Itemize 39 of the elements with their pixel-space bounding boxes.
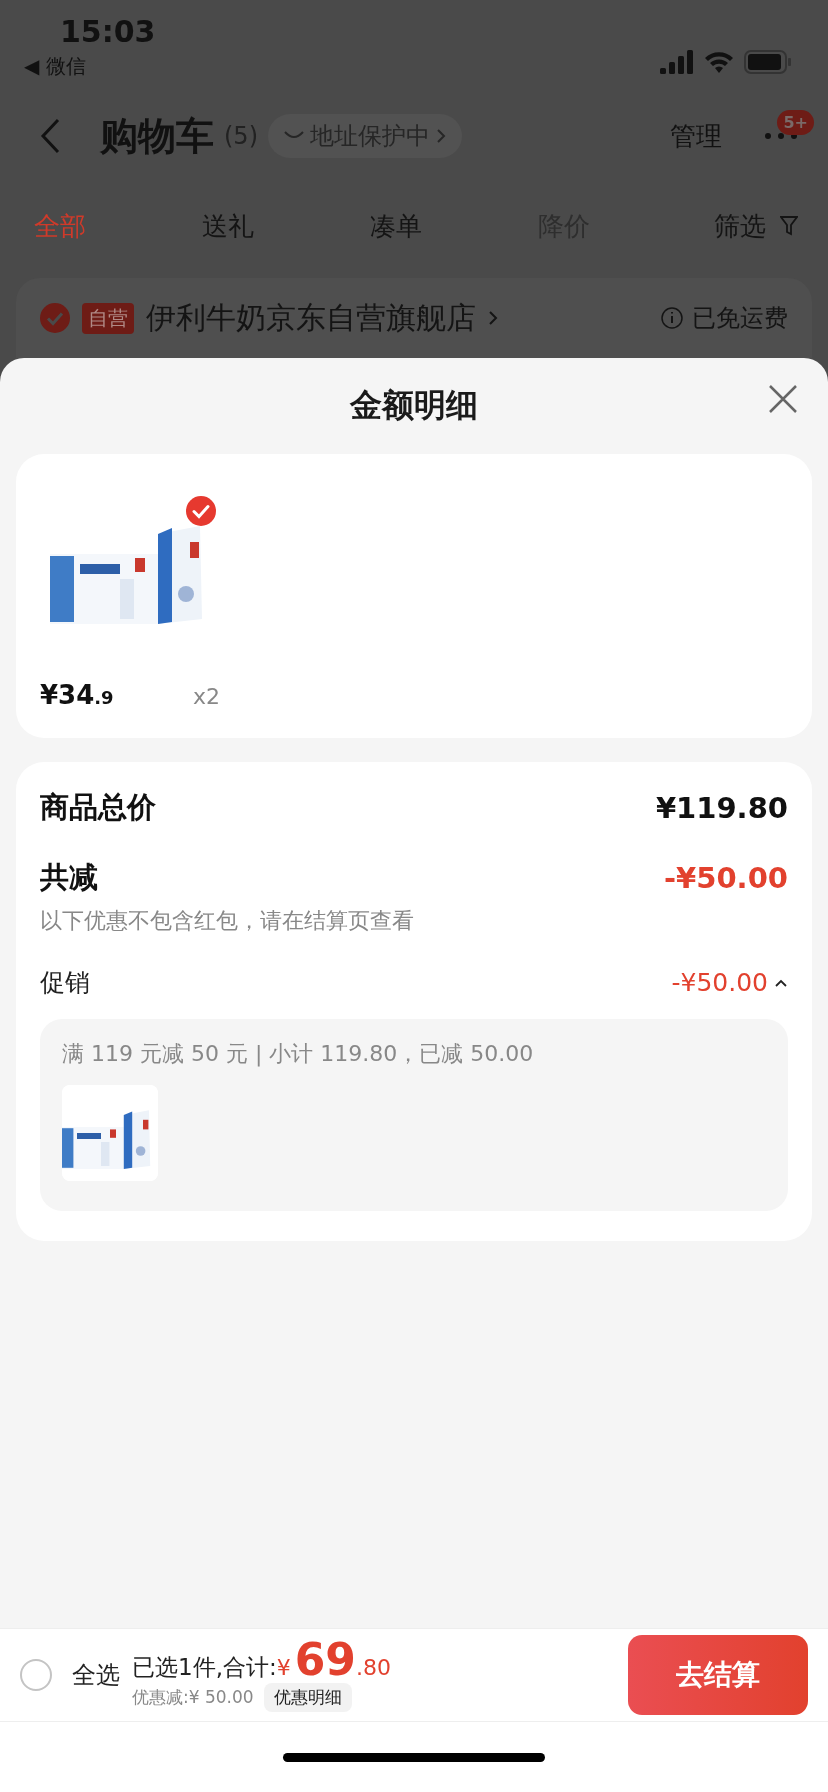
filter-icon	[780, 216, 798, 236]
summary-label: 共减	[40, 859, 98, 896]
summary-label: 商品总价	[40, 789, 156, 826]
wifi-icon	[704, 51, 734, 73]
manage-button[interactable]: 管理	[664, 117, 728, 155]
chevron-icon	[774, 977, 788, 988]
back-to-app-link[interactable]: ◀ 微信	[24, 53, 86, 80]
status-time: 15:03	[60, 14, 156, 49]
promo-label: 促销	[40, 967, 90, 999]
shipping-status: 已免运费	[660, 302, 788, 334]
total-price: ¥119.80	[655, 791, 788, 825]
page-title: 购物车	[100, 112, 214, 160]
promo-amount[interactable]: -¥50.00	[671, 968, 788, 997]
discount-detail-button[interactable]: 优惠明细	[263, 1683, 352, 1712]
discount-amount: -¥50.00	[664, 861, 788, 895]
promo-detail: 满 119 元减 50 元 | 小计 119.80，已减 50.00	[62, 1040, 535, 1069]
chevron-right-icon	[436, 128, 446, 144]
saved-amount: 优惠减:¥ 50.00	[132, 1686, 254, 1709]
notification-badge: 5+	[777, 110, 814, 135]
product-price: ¥34.9	[40, 680, 114, 710]
back-icon[interactable]	[40, 118, 60, 154]
filter-tab[interactable]: 全部	[34, 208, 202, 244]
product-quantity: x2	[192, 684, 220, 709]
discount-note: 以下优惠不包含红包，请在结算页查看	[40, 907, 415, 935]
chevron-right-icon	[488, 310, 498, 326]
store-tag: 自营	[82, 302, 134, 334]
select-all-label[interactable]: 全选	[72, 1659, 120, 1691]
signal-icon	[660, 50, 694, 74]
check-icon[interactable]	[40, 303, 70, 333]
sheet-title: 金额明细	[350, 385, 478, 426]
info-icon	[660, 306, 684, 330]
select-all-radio[interactable]	[20, 1659, 52, 1691]
close-icon[interactable]	[768, 384, 798, 414]
more-icon[interactable]	[764, 132, 798, 140]
store-name[interactable]: 伊利牛奶京东自营旗舰店	[146, 297, 476, 339]
total-amount: 已选1件,合计:¥69.80	[132, 1638, 391, 1683]
checkout-button[interactable]: 去结算	[628, 1635, 808, 1715]
battery-icon	[744, 50, 792, 74]
check-icon[interactable]	[186, 496, 216, 526]
